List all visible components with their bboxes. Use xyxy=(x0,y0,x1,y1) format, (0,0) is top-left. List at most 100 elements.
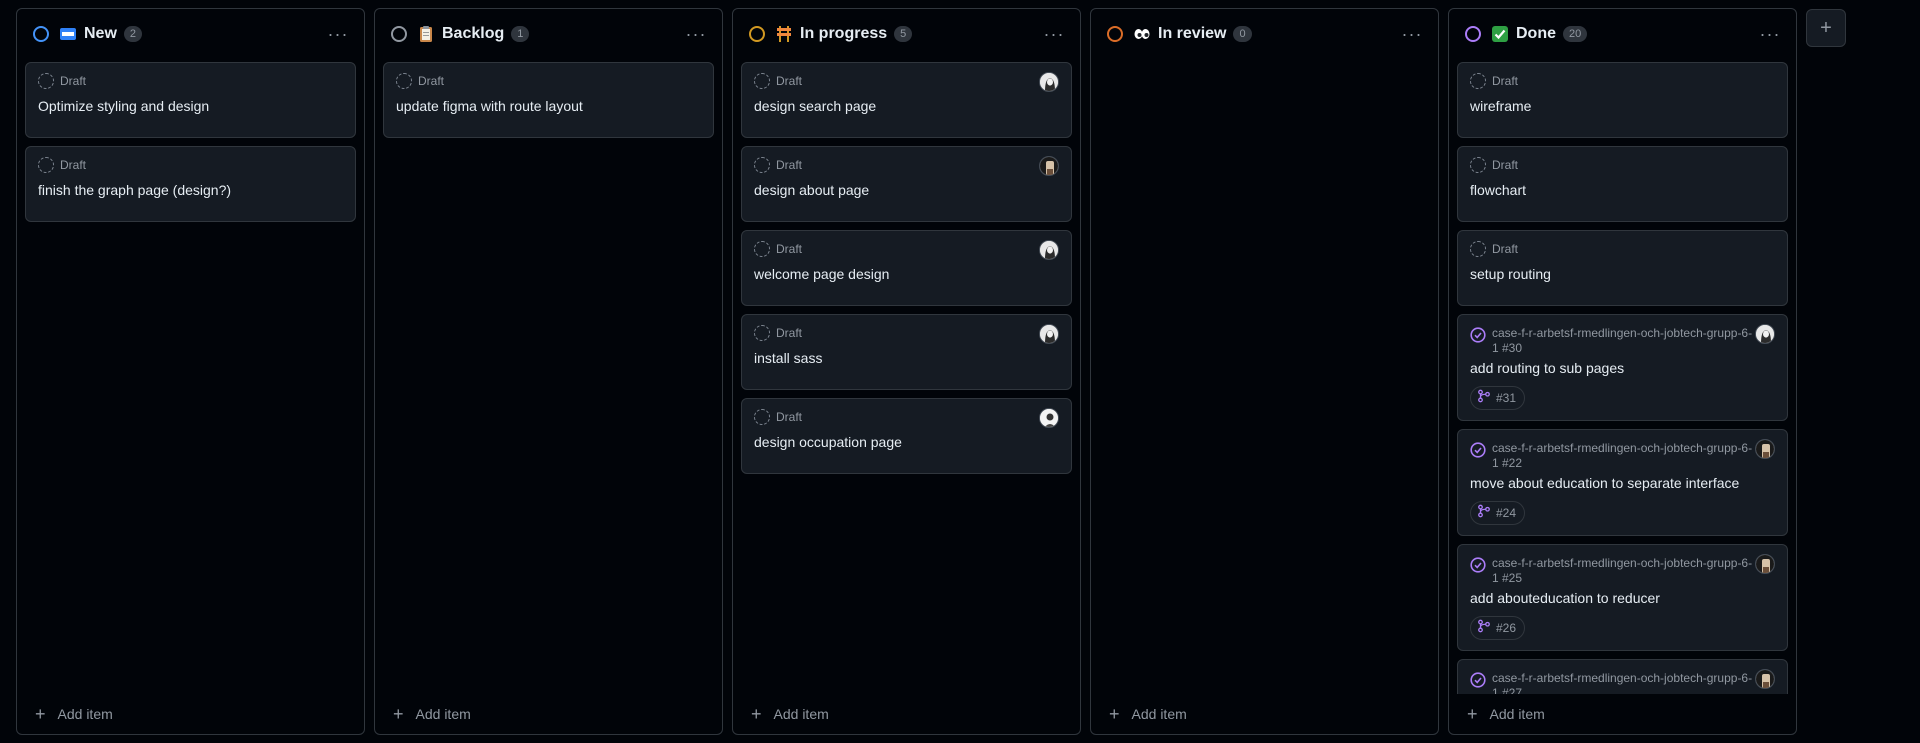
column-title: Backlog xyxy=(442,25,505,42)
add-item-label: Add item xyxy=(1489,706,1545,722)
column-menu-icon[interactable]: ··· xyxy=(1038,20,1070,48)
card-list: Draft wireframe Draft flowchart Draft setup r… xyxy=(1449,59,1796,694)
draft-card[interactable]: Draft design about page xyxy=(741,146,1072,222)
add-item-button[interactable]: + Add item xyxy=(375,694,722,734)
status-circle-icon xyxy=(1107,26,1123,42)
issue-closed-icon xyxy=(1470,327,1486,343)
linked-pull-request[interactable]: #24 xyxy=(1470,501,1526,525)
column-header: Backlog 1 ··· xyxy=(375,9,722,59)
assignee-avatar[interactable] xyxy=(1755,669,1775,689)
issue-closed-icon xyxy=(1470,442,1486,458)
draft-label: Draft xyxy=(776,158,803,172)
draft-icon xyxy=(754,73,770,89)
column-count-badge: 1 xyxy=(511,26,530,42)
clipboard-icon xyxy=(417,25,435,43)
add-item-button[interactable]: + Add item xyxy=(1449,694,1796,734)
column-title: In review xyxy=(1158,25,1227,42)
assignee-avatar[interactable] xyxy=(1755,554,1775,574)
card-meta: Draft xyxy=(754,409,1059,425)
draft-card[interactable]: Draft setup routing xyxy=(1457,230,1788,306)
draft-card[interactable]: Draft design occupation page xyxy=(741,398,1072,474)
column-menu-icon[interactable]: ··· xyxy=(1754,20,1786,48)
column-count-badge: 2 xyxy=(123,26,143,42)
pull-request-number: #24 xyxy=(1496,505,1517,520)
plus-icon: + xyxy=(1109,703,1120,724)
issue-card[interactable]: case-f-r-arbetsf-rmedlingen-och-jobtech-… xyxy=(1457,544,1788,651)
card-title[interactable]: wireframe xyxy=(1470,97,1775,115)
card-meta: Draft xyxy=(1470,157,1775,173)
card-meta: Draft xyxy=(754,157,1059,173)
assignee-avatar[interactable] xyxy=(1755,439,1775,459)
add-item-button[interactable]: + Add item xyxy=(1091,694,1438,734)
draft-card[interactable]: Draft Optimize styling and design xyxy=(25,62,356,138)
check-icon xyxy=(1491,25,1509,43)
draft-card[interactable]: Draft flowchart xyxy=(1457,146,1788,222)
issue-reference[interactable]: case-f-r-arbetsf-rmedlingen-och-jobtech-… xyxy=(1492,326,1754,356)
draft-label: Draft xyxy=(1492,74,1519,88)
add-item-button[interactable]: + Add item xyxy=(17,694,364,734)
draft-icon xyxy=(754,409,770,425)
assignee-avatar[interactable] xyxy=(1039,240,1059,260)
draft-label: Draft xyxy=(1492,158,1519,172)
pull-request-number: #26 xyxy=(1496,620,1517,635)
column-menu-icon[interactable]: ··· xyxy=(680,20,712,48)
issue-card[interactable]: case-f-r-arbetsf-rmedlingen-och-jobtech-… xyxy=(1457,659,1788,694)
draft-card[interactable]: Draft design search page xyxy=(741,62,1072,138)
card-meta: case-f-r-arbetsf-rmedlingen-och-jobtech-… xyxy=(1470,556,1775,586)
draft-card[interactable]: Draft update figma with route layout xyxy=(383,62,714,138)
assignee-avatar[interactable] xyxy=(1755,324,1775,344)
draft-icon xyxy=(1470,73,1486,89)
issue-reference[interactable]: case-f-r-arbetsf-rmedlingen-och-jobtech-… xyxy=(1492,556,1754,586)
add-item-label: Add item xyxy=(1131,706,1187,722)
card-list: Draft Optimize styling and design Draft fin… xyxy=(17,59,364,694)
add-column-button[interactable]: + xyxy=(1806,9,1846,47)
column-done: Done 20 ··· Draft wireframe Draft flowchart Dra… xyxy=(1448,8,1797,735)
draft-card[interactable]: Draft install sass xyxy=(741,314,1072,390)
card-meta: Draft xyxy=(1470,241,1775,257)
assignee-avatar[interactable] xyxy=(1039,156,1059,176)
card-meta: Draft xyxy=(754,325,1059,341)
draft-icon xyxy=(754,325,770,341)
card-title[interactable]: welcome page design xyxy=(754,265,1059,283)
card-meta: case-f-r-arbetsf-rmedlingen-och-jobtech-… xyxy=(1470,671,1775,694)
add-item-button[interactable]: + Add item xyxy=(733,694,1080,734)
issue-card[interactable]: case-f-r-arbetsf-rmedlingen-och-jobtech-… xyxy=(1457,429,1788,536)
card-title[interactable]: Optimize styling and design xyxy=(38,97,343,115)
card-title[interactable]: finish the graph page (design?) xyxy=(38,181,343,199)
column-menu-icon[interactable]: ··· xyxy=(1396,20,1428,48)
draft-label: Draft xyxy=(1492,242,1519,256)
card-title[interactable]: update figma with route layout xyxy=(396,97,701,115)
construction-icon xyxy=(775,25,793,43)
card-title[interactable]: design occupation page xyxy=(754,433,1059,451)
card-title[interactable]: add routing to sub pages xyxy=(1470,359,1775,377)
draft-label: Draft xyxy=(60,74,87,88)
add-item-label: Add item xyxy=(773,706,829,722)
column-backlog: Backlog 1 ··· Draft update figma with route … xyxy=(374,8,723,735)
assignee-avatar[interactable] xyxy=(1039,408,1059,428)
card-title[interactable]: flowchart xyxy=(1470,181,1775,199)
card-title[interactable]: move about education to separate interfa… xyxy=(1470,474,1775,492)
issue-closed-icon xyxy=(1470,557,1486,573)
column-menu-icon[interactable]: ··· xyxy=(322,20,354,48)
card-meta: Draft xyxy=(754,73,1059,89)
card-title[interactable]: design about page xyxy=(754,181,1059,199)
pull-request-number: #31 xyxy=(1496,390,1517,405)
draft-card[interactable]: Draft finish the graph page (design?) xyxy=(25,146,356,222)
draft-card[interactable]: Draft welcome page design xyxy=(741,230,1072,306)
column-header: New 2 ··· xyxy=(17,9,364,59)
issue-reference[interactable]: case-f-r-arbetsf-rmedlingen-och-jobtech-… xyxy=(1492,441,1754,471)
card-title[interactable]: add abouteducation to reducer xyxy=(1470,589,1775,607)
draft-card[interactable]: Draft wireframe xyxy=(1457,62,1788,138)
draft-label: Draft xyxy=(776,242,803,256)
issue-card[interactable]: case-f-r-arbetsf-rmedlingen-och-jobtech-… xyxy=(1457,314,1788,421)
linked-pull-request[interactable]: #26 xyxy=(1470,616,1526,640)
card-title[interactable]: install sass xyxy=(754,349,1059,367)
assignee-avatar[interactable] xyxy=(1039,72,1059,92)
card-meta: Draft xyxy=(1470,73,1775,89)
draft-icon xyxy=(38,157,54,173)
issue-reference[interactable]: case-f-r-arbetsf-rmedlingen-och-jobtech-… xyxy=(1492,671,1754,694)
card-title[interactable]: setup routing xyxy=(1470,265,1775,283)
card-title[interactable]: design search page xyxy=(754,97,1059,115)
linked-pull-request[interactable]: #31 xyxy=(1470,386,1526,410)
assignee-avatar[interactable] xyxy=(1039,324,1059,344)
